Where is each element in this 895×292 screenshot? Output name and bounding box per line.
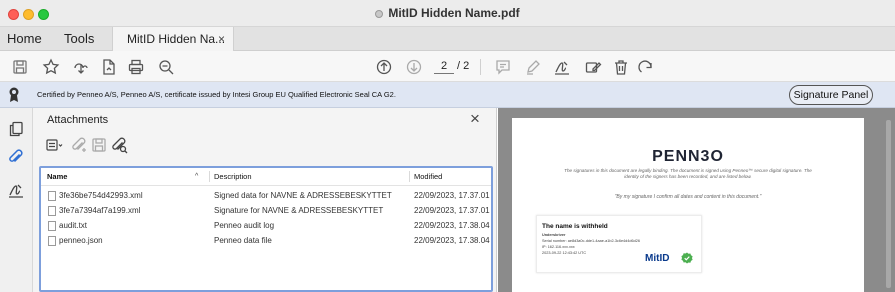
signatures-icon[interactable] — [7, 181, 25, 199]
left-icon-rail — [0, 108, 33, 292]
signer-ip: IP: 162.116.xxx.xxx — [542, 245, 575, 249]
file-modified: 22/09/2023, 17.37.01 — [414, 206, 490, 215]
page-number-input[interactable]: 2 — [434, 58, 454, 74]
file-name: 3fe36be754d42993.xml — [59, 191, 143, 200]
share-icon[interactable] — [72, 58, 90, 76]
delete-icon[interactable] — [612, 58, 630, 76]
tab-home[interactable]: Home — [7, 27, 42, 51]
main-toolbar: 2 / 2 — [0, 51, 895, 82]
verified-check-icon — [681, 252, 693, 264]
fill-sign-icon[interactable] — [584, 58, 602, 76]
document-intro: The signatures in this document are lega… — [537, 168, 839, 180]
file-name: audit.txt — [59, 221, 88, 230]
tab-bar: Home Tools MitID Hidden Na... × — [0, 27, 895, 51]
signer-role: Underskriver — [542, 233, 566, 237]
column-divider — [409, 171, 410, 182]
signer-name: The name is withheld — [542, 223, 608, 230]
options-menu-icon[interactable] — [45, 136, 63, 154]
mitid-logo: MitID — [645, 253, 670, 264]
table-row[interactable]: audit.txt Penneo audit log 22/09/2023, 1… — [41, 218, 491, 233]
tab-tools[interactable]: Tools — [64, 27, 94, 51]
file-icon — [48, 236, 56, 246]
table-row[interactable]: penneo.json Penneo data file 22/09/2023,… — [41, 233, 491, 248]
document-view[interactable]: PENN3O The signatures in this document a… — [498, 108, 895, 292]
page-down-icon[interactable] — [405, 58, 423, 76]
window-title-text: MitID Hidden Name.pdf — [388, 6, 520, 20]
header-divider — [41, 185, 491, 186]
document-page: PENN3O The signatures in this document a… — [512, 118, 864, 292]
add-attachment-icon[interactable] — [70, 136, 88, 154]
penneo-logo: PENN3O — [652, 148, 724, 165]
attachments-icon[interactable] — [7, 148, 25, 166]
file-modified: 22/09/2023, 17.37.01 — [414, 191, 490, 200]
export-pdf-icon[interactable] — [100, 58, 118, 76]
column-header-name[interactable]: Name — [47, 168, 67, 185]
signer-serial: Serial number: ae8d3a0c-dde1-4aae-a1b2-3… — [542, 239, 640, 243]
tab-close-button[interactable]: × — [218, 27, 225, 51]
certificate-ribbon-icon — [6, 86, 22, 104]
page-total: / 2 — [457, 60, 470, 72]
table-row[interactable]: 3fe7a7394af7a199.xml Signature for NAVNE… — [41, 203, 491, 218]
file-icon — [48, 221, 56, 231]
pages-icon[interactable] — [7, 120, 25, 138]
file-icon — [48, 191, 56, 201]
file-name: 3fe7a7394af7a199.xml — [59, 206, 141, 215]
rotate-icon[interactable] — [637, 58, 655, 76]
sort-arrow-icon[interactable]: ^ — [195, 168, 198, 185]
column-header-description[interactable]: Description — [214, 168, 252, 185]
document-scrollbar[interactable] — [886, 120, 891, 288]
tab-document[interactable]: MitID Hidden Na... × — [112, 27, 234, 51]
attachments-panel: Attachments × Name ^ Description Modifie… — [33, 108, 497, 292]
table-row[interactable]: 3fe36be754d42993.xml Signed data for NAV… — [41, 188, 491, 203]
signature-banner-text: Certified by Penneo A/S, Penneo A/S, cer… — [37, 90, 396, 99]
column-divider — [209, 171, 210, 182]
print-icon[interactable] — [127, 58, 145, 76]
bookmark-star-icon[interactable] — [42, 58, 60, 76]
sign-icon[interactable] — [553, 58, 571, 76]
file-description: Penneo data file — [214, 236, 272, 245]
file-description: Signature for NAVNE & ADRESSEBESKYTTET — [214, 206, 384, 215]
column-header-modified[interactable]: Modified — [414, 168, 442, 185]
attachments-close-button[interactable]: × — [470, 109, 480, 129]
file-description: Penneo audit log — [214, 221, 275, 230]
attachments-list: Name ^ Description Modified 3fe36be754d4… — [39, 166, 493, 292]
signature-panel-button[interactable]: Signature Panel — [789, 85, 873, 105]
comment-icon[interactable] — [494, 58, 512, 76]
tab-document-label: MitID Hidden Na... — [127, 32, 226, 46]
pdf-file-icon — [375, 10, 384, 18]
window-title: MitID Hidden Name.pdf — [0, 0, 895, 27]
attachments-title: Attachments — [47, 114, 109, 126]
signature-banner: Certified by Penneo A/S, Penneo A/S, cer… — [0, 82, 895, 108]
file-description: Signed data for NAVNE & ADRESSEBESKYTTET — [214, 191, 392, 200]
file-icon — [48, 206, 56, 216]
file-modified: 22/09/2023, 17.38.04 — [414, 236, 490, 245]
file-name: penneo.json — [59, 236, 103, 245]
page-up-icon[interactable] — [375, 58, 393, 76]
signature-card: The name is withheld Underskriver Serial… — [536, 215, 702, 273]
file-modified: 22/09/2023, 17.38.04 — [414, 221, 490, 230]
save-icon[interactable] — [11, 58, 29, 76]
search-attachment-icon[interactable] — [110, 136, 128, 154]
document-intro-line: identity of the signers has been recorde… — [624, 174, 752, 179]
save-attachment-icon[interactable] — [90, 136, 108, 154]
toolbar-divider — [480, 59, 481, 75]
highlight-pen-icon[interactable] — [524, 58, 542, 76]
zoom-icon[interactable] — [157, 58, 175, 76]
signer-timestamp: 2023-09-22 12:43:42 UTC — [542, 251, 587, 255]
document-quote: "By my signature I confirm all dates and… — [614, 194, 762, 200]
title-bar: MitID Hidden Name.pdf — [0, 0, 895, 27]
